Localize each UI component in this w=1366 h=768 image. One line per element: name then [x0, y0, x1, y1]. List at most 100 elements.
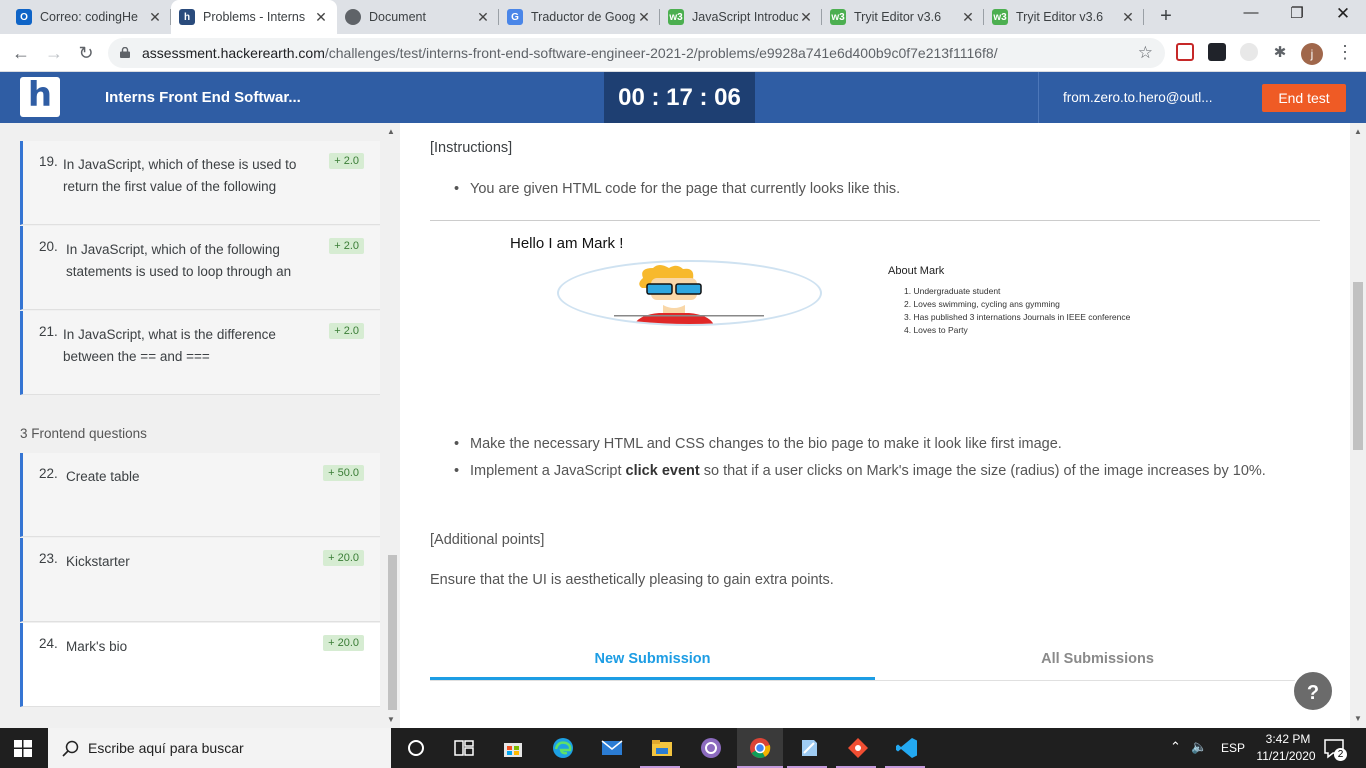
edge-icon[interactable] [551, 736, 575, 760]
browser-tab[interactable]: w3 Tryit Editor v3.6 ✕ [984, 0, 1144, 34]
scroll-up-arrow-icon[interactable]: ▲ [387, 127, 395, 136]
close-tab-icon[interactable]: ✕ [960, 9, 976, 26]
browser-tab[interactable]: Document ✕ [337, 0, 499, 34]
instruction-bullet: You are given HTML code for the page tha… [454, 176, 1320, 203]
question-card[interactable]: 20. In JavaScript, which of the following… [20, 226, 380, 310]
app-header: h Interns Front End Softwar... 00 : 17 :… [0, 72, 1366, 123]
question-title: In JavaScript, what is the difference be… [63, 327, 276, 364]
browser-menu-icon[interactable]: ⋮ [1336, 42, 1354, 63]
file-explorer-icon[interactable] [650, 736, 674, 760]
volume-icon[interactable]: 🔈 [1191, 739, 1207, 755]
question-score-badge: + 20.0 [323, 635, 364, 651]
react-devtools-icon[interactable] [1208, 43, 1226, 61]
address-bar[interactable]: assessment.hackerearth.com/challenges/te… [108, 38, 1165, 68]
countdown-timer: 00 : 17 : 06 [604, 72, 755, 123]
taskbar-search-placeholder: Escribe aquí para buscar [88, 740, 244, 756]
question-card[interactable]: 21. In JavaScript, what is the difference… [20, 311, 380, 395]
mail-icon[interactable] [600, 736, 624, 760]
close-tab-icon[interactable]: ✕ [147, 9, 163, 26]
browser-tab-title: Tryit Editor v3.6 [854, 10, 942, 24]
question-number: 19. [39, 154, 58, 169]
question-title: Mark's bio [66, 639, 128, 654]
question-card[interactable]: 23. Kickstarter + 20.0 [20, 538, 380, 622]
question-card[interactable]: 19. In JavaScript, which of these is used… [20, 141, 380, 225]
question-title: In JavaScript, which of these is used to… [63, 157, 297, 194]
about-item: 4. Loves to Party [904, 325, 968, 335]
question-score-badge: + 50.0 [323, 465, 364, 481]
tab-all-submissions[interactable]: All Submissions [875, 641, 1320, 677]
question-number: 23. [39, 551, 58, 566]
minimize-window-button[interactable]: — [1228, 4, 1274, 21]
close-window-button[interactable]: ✕ [1320, 4, 1366, 24]
browser-tab[interactable]: w3 JavaScript Introduc ✕ [660, 0, 822, 34]
question-list-scroll-thumb[interactable] [388, 555, 397, 710]
extension-circle-icon[interactable] [1240, 43, 1258, 61]
close-tab-icon[interactable]: ✕ [475, 9, 491, 26]
scroll-down-arrow-icon[interactable]: ▼ [387, 715, 395, 724]
w3schools-icon: w3 [830, 9, 846, 25]
git-tool-icon[interactable] [846, 736, 870, 760]
page-scroll-up-arrow-icon[interactable]: ▲ [1354, 127, 1362, 136]
hackerearth-logo[interactable]: h [20, 77, 60, 117]
w3schools-icon: w3 [668, 9, 684, 25]
url-path: /challenges/test/interns-front-end-softw… [324, 45, 998, 61]
close-tab-icon[interactable]: ✕ [636, 9, 652, 26]
question-number: 24. [39, 636, 58, 651]
close-tab-icon[interactable]: ✕ [313, 9, 329, 26]
notes-app-icon[interactable] [797, 736, 821, 760]
browser-tab-title: Document [369, 10, 426, 24]
vscode-icon[interactable] [895, 736, 919, 760]
click-event-emphasis: click event [625, 463, 700, 479]
instruction-bullet: Implement a JavaScript click event so th… [454, 458, 1320, 485]
media-app-icon[interactable] [699, 736, 723, 760]
question-card[interactable]: 22. Create table + 50.0 [20, 453, 380, 537]
instruction-bullet: Make the necessary HTML and CSS changes … [454, 431, 1320, 458]
back-button[interactable]: ← [8, 40, 34, 66]
taskbar-search-input[interactable]: Escribe aquí para buscar [48, 728, 391, 768]
browser-tab[interactable]: h Problems - Interns ✕ [171, 0, 337, 34]
cortana-icon[interactable] [404, 736, 428, 760]
browser-tab[interactable]: w3 Tryit Editor v3.6 ✕ [822, 0, 984, 34]
user-email[interactable]: from.zero.to.hero@outl... [1038, 72, 1238, 123]
browser-tab[interactable]: G Traductor de Goog ✕ [499, 0, 660, 34]
clock-time[interactable]: 3:42 PM [1256, 732, 1320, 746]
url-host: assessment.hackerearth.com [142, 45, 325, 61]
google-translate-icon: G [507, 9, 523, 25]
question-card[interactable]: 24. Mark's bio + 20.0 [20, 623, 380, 707]
additional-points-text: Ensure that the UI is aesthetically plea… [430, 572, 834, 588]
test-title: Interns Front End Softwar... [105, 89, 301, 106]
browser-tab-title: JavaScript Introduc [692, 10, 798, 24]
reload-button[interactable]: ↻ [73, 40, 99, 66]
question-number: 21. [39, 324, 58, 339]
extension-shield-icon[interactable] [1176, 43, 1194, 61]
section-label: 3 Frontend questions [20, 426, 147, 441]
maximize-window-button[interactable]: ❐ [1274, 4, 1320, 22]
clock-date[interactable]: 11/21/2020 [1252, 749, 1320, 763]
question-number: 22. [39, 466, 58, 481]
new-tab-button[interactable]: + [1154, 5, 1178, 28]
windows-start-icon[interactable] [14, 740, 32, 757]
task-view-icon[interactable] [452, 736, 476, 760]
bookmark-star-icon[interactable]: ☆ [1138, 38, 1153, 68]
language-indicator[interactable]: ESP [1221, 741, 1245, 755]
profile-avatar[interactable]: j [1301, 43, 1323, 65]
browser-tab-title: Problems - Interns [203, 10, 306, 24]
page-scroll-thumb[interactable] [1353, 282, 1363, 450]
show-hidden-icons-chevron-icon[interactable]: ⌃ [1170, 739, 1181, 755]
forward-button[interactable]: → [41, 40, 67, 66]
page-scroll-down-arrow-icon[interactable]: ▼ [1354, 714, 1362, 723]
help-button[interactable]: ? [1292, 670, 1334, 712]
notification-count-badge: 2 [1334, 748, 1347, 761]
store-icon[interactable] [501, 736, 525, 760]
tab-new-submission[interactable]: New Submission [430, 641, 875, 680]
chrome-icon[interactable] [748, 736, 772, 760]
close-tab-icon[interactable]: ✕ [798, 9, 814, 26]
browser-tab[interactable]: O Correo: codingHe ✕ [8, 0, 171, 34]
question-score-badge: + 2.0 [329, 323, 364, 339]
mark-avatar-image [557, 260, 822, 326]
question-score-badge: + 2.0 [329, 153, 364, 169]
divider [430, 220, 1320, 221]
end-test-button[interactable]: End test [1262, 84, 1346, 112]
close-tab-icon[interactable]: ✕ [1120, 9, 1136, 26]
extensions-puzzle-icon[interactable]: ✱ [1271, 43, 1289, 61]
